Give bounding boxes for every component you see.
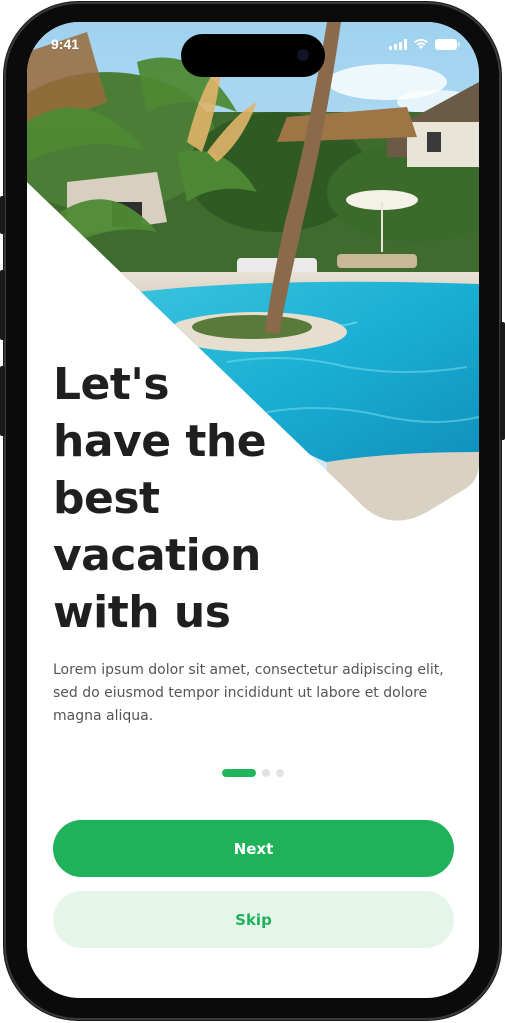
status-time: 9:41 [51,36,80,52]
home-indicator [185,980,321,985]
headline-line: vacation [53,530,261,581]
camera-icon [297,49,309,61]
signal-icon [389,38,407,50]
status-bar: 9:41 [27,22,479,77]
action-button [0,196,5,234]
headline-line: with us [53,587,231,638]
volume-up-button [0,270,5,340]
wifi-icon [414,39,428,49]
power-button [500,322,505,440]
onboarding-description: Lorem ipsum dolor sit amet, consectetur … [53,662,444,724]
headline-line: have the [53,416,267,467]
page-dot[interactable] [276,769,284,777]
skip-button[interactable]: Skip [53,891,454,948]
next-button[interactable]: Next [53,820,454,877]
dynamic-island [181,34,325,77]
headline-line: best [53,473,160,524]
onboarding-headline: Let's have the best vacation with us [53,356,313,641]
status-icons [389,38,460,50]
page-dot[interactable] [262,769,270,777]
page-dot-active[interactable] [222,769,256,777]
battery-icon [435,38,460,50]
volume-down-button [0,366,5,436]
page-indicator [222,769,284,777]
headline-line: Let's [53,359,170,410]
app-screen: 9:41 Let's have the best vacation with u… [27,22,479,998]
